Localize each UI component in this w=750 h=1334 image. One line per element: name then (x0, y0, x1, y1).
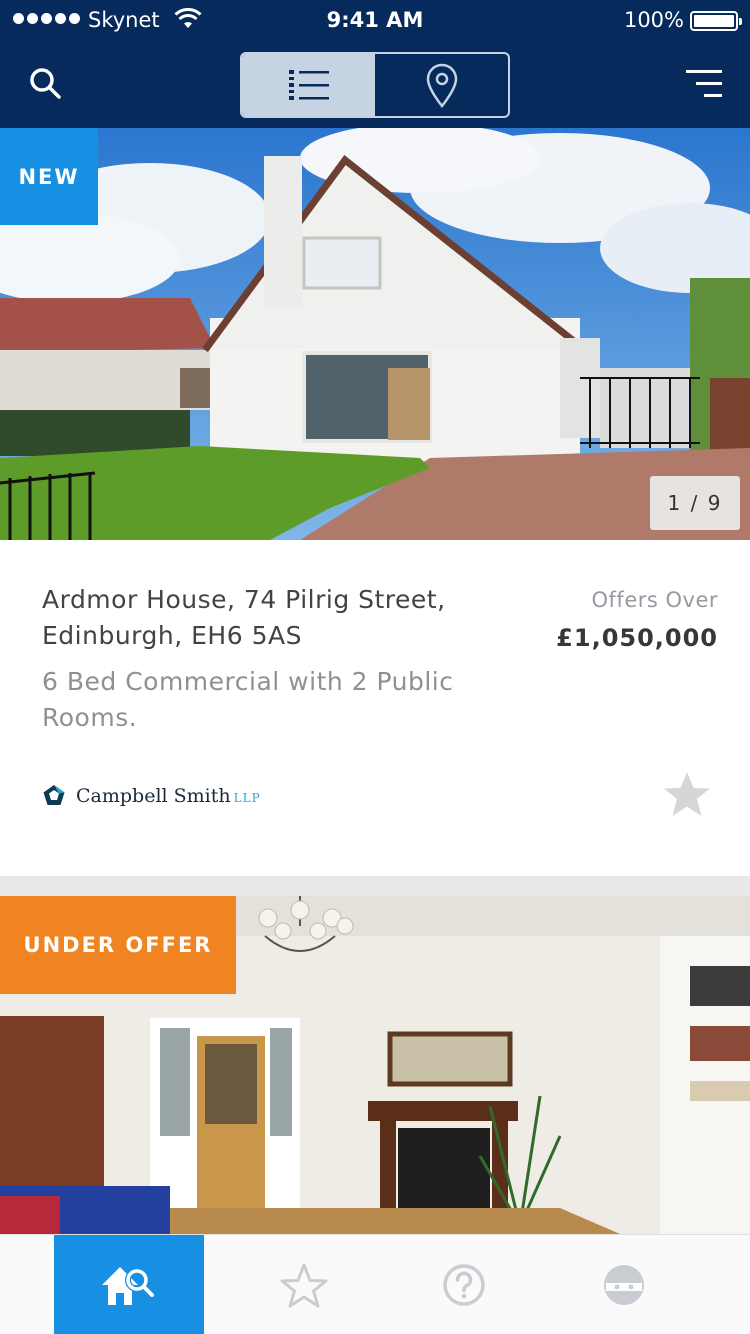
map-view-button[interactable] (375, 54, 508, 116)
agent-logo: Campbell Smith LLP (42, 784, 261, 808)
view-toggle (240, 52, 510, 118)
top-bar: Skynet 9:41 AM 100% (0, 0, 750, 128)
card-divider (0, 876, 750, 896)
star-icon (280, 1263, 328, 1308)
tab-profile[interactable] (549, 1235, 699, 1334)
listing-photo[interactable] (0, 128, 750, 540)
listing-price: £1,050,000 (556, 624, 718, 652)
list-view-button[interactable] (242, 54, 375, 116)
tab-favourites[interactable] (229, 1235, 379, 1334)
listing-address[interactable]: Ardmor House, 74 Pilrig Street, Edinburg… (42, 582, 512, 654)
agent-name: Campbell Smith LLP (76, 785, 261, 807)
tab-bar (0, 1234, 750, 1334)
battery-percent: 100% (623, 8, 684, 32)
home-search-icon (102, 1267, 154, 1305)
agent-suffix: LLP (233, 791, 261, 805)
tab-search[interactable] (54, 1235, 204, 1334)
favourite-star-icon[interactable] (662, 770, 712, 820)
status-bar: Skynet 9:41 AM 100% (0, 0, 750, 40)
tab-help[interactable] (389, 1235, 539, 1334)
battery-icon (690, 11, 742, 31)
photo-counter: 1 / 9 (650, 476, 740, 530)
new-badge: NEW (0, 128, 98, 225)
menu-icon[interactable] (684, 66, 724, 102)
price-label: Offers Over (591, 588, 718, 612)
search-icon[interactable] (26, 64, 66, 104)
under-offer-badge: UNDER OFFER (0, 896, 236, 994)
help-icon (443, 1264, 485, 1306)
agent-logo-icon (43, 785, 65, 805)
list-icon (288, 70, 329, 100)
map-pin-icon (426, 63, 457, 108)
listing-description: 6 Bed Commercial with 2 Public Rooms. (42, 667, 454, 732)
profile-icon (604, 1265, 644, 1305)
